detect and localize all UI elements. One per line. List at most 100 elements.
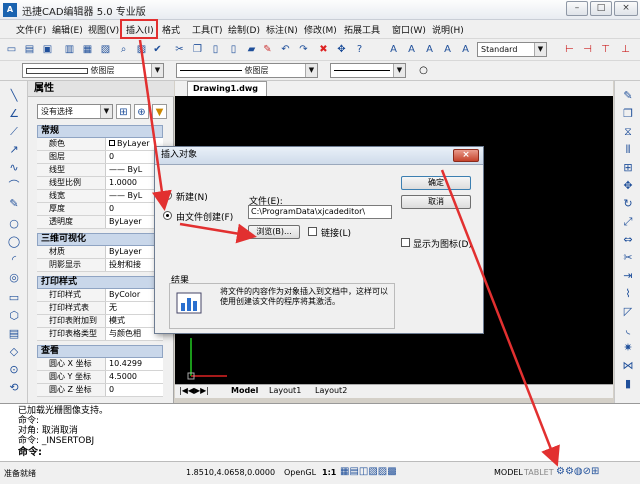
text-edit-icon[interactable]: A xyxy=(404,42,419,57)
erase-tool-icon[interactable]: ✎ xyxy=(621,89,635,103)
spline-icon[interactable]: ∿ xyxy=(7,161,21,175)
trim-icon[interactable]: ✂ xyxy=(621,251,635,265)
text-style-icon[interactable]: A xyxy=(422,42,437,57)
fillet-icon[interactable]: ◟ xyxy=(621,323,635,337)
color-combo[interactable]: 依图层 ▼ xyxy=(22,63,164,78)
menu-file[interactable]: 文件(F) xyxy=(16,23,46,36)
copy-icon[interactable]: ❐ xyxy=(190,42,205,57)
show-as-icon-checkbox[interactable] xyxy=(401,238,410,247)
close-button[interactable]: × xyxy=(614,1,638,16)
section-general[interactable]: 常规 xyxy=(37,125,163,138)
region-icon[interactable]: ◇ xyxy=(7,345,21,359)
select-objects-icon[interactable]: ⊕ xyxy=(134,104,149,119)
menu-modify[interactable]: 修改(M) xyxy=(304,23,337,36)
text-align-icon[interactable]: A xyxy=(458,42,473,57)
table-row[interactable]: 图层 0 xyxy=(37,151,163,164)
table-row[interactable]: 打印表附加到 模式 xyxy=(37,315,163,328)
status-tool-icons[interactable]: ▦▤◫▧▨▩ xyxy=(340,466,397,477)
lineweight-combo[interactable]: ▼ xyxy=(330,63,406,78)
explode-icon[interactable]: ✷ xyxy=(621,341,635,355)
brush-icon[interactable]: ✎ xyxy=(260,42,275,57)
browse-button[interactable]: 浏览(B)... xyxy=(248,225,300,239)
xline-icon[interactable]: ⟋ xyxy=(7,125,21,139)
tab-drawing1[interactable]: Drawing1.dwg xyxy=(187,81,267,96)
dialog-close-button[interactable]: × xyxy=(453,149,479,162)
undo-icon[interactable]: ↶ xyxy=(278,42,293,57)
preview-icon[interactable]: ▧ xyxy=(98,42,113,57)
join-icon[interactable]: ⋈ xyxy=(621,359,635,373)
help-icon[interactable]: ? xyxy=(352,42,367,57)
donut-icon[interactable]: ◎ xyxy=(7,271,21,285)
radio-from-file[interactable] xyxy=(163,211,172,220)
tab-layout1[interactable]: Layout1 xyxy=(269,386,301,395)
zoom-icon[interactable]: ⌕ xyxy=(116,42,131,57)
maximize-button[interactable]: □ xyxy=(590,1,612,16)
offset-icon[interactable]: ⫴ xyxy=(621,143,635,157)
tab-layout2[interactable]: Layout2 xyxy=(315,386,347,395)
table-row[interactable]: 打印样式表无 xyxy=(37,302,163,315)
table-row[interactable]: 线型比例 1.0000 xyxy=(37,177,163,190)
arc-icon[interactable]: ⌒ xyxy=(7,179,21,193)
menu-window[interactable]: 窗口(W) xyxy=(392,23,426,36)
table-row[interactable]: 线型 —— ByL xyxy=(37,164,163,177)
text-icon[interactable]: A xyxy=(386,42,401,57)
print-icon[interactable]: ▦ xyxy=(80,42,95,57)
dim-radius-icon[interactable]: ⊥ xyxy=(618,42,633,57)
table-row[interactable]: 透明度 ByLayer xyxy=(37,216,163,229)
pan-icon[interactable]: ✥ xyxy=(334,42,349,57)
status-scale[interactable]: 1:1 xyxy=(322,468,336,477)
ray-icon[interactable]: ↗ xyxy=(7,143,21,157)
link-checkbox[interactable] xyxy=(308,227,317,236)
dim-aligned-icon[interactable]: ⊣ xyxy=(580,42,595,57)
break-icon[interactable]: ⌇ xyxy=(621,287,635,301)
section-view[interactable]: 查看 xyxy=(37,345,163,358)
cancel-button[interactable]: 取消 xyxy=(401,195,471,209)
menu-tools[interactable]: 工具(T) xyxy=(192,23,223,36)
table-row[interactable]: 线宽 —— ByL xyxy=(37,190,163,203)
pencil-icon[interactable]: ✎ xyxy=(7,197,21,211)
table-row[interactable]: 打印样式 ByColor xyxy=(37,289,163,302)
menu-draw[interactable]: 绘制(D) xyxy=(228,23,260,36)
print2-icon[interactable]: ▨ xyxy=(134,42,149,57)
cut-icon[interactable]: ✂ xyxy=(172,42,187,57)
move-icon[interactable]: ✥ xyxy=(621,179,635,193)
stretch-icon[interactable]: ⇔ xyxy=(621,233,635,247)
table-row[interactable]: 阴影显示 投射和接 xyxy=(37,259,163,272)
ellipse-icon[interactable]: ◯ xyxy=(7,235,21,249)
command-prompt[interactable]: 命令: xyxy=(18,448,42,458)
menu-extend-tools[interactable]: 拓展工具 xyxy=(344,23,380,36)
table-row[interactable]: 材质 ByLayer xyxy=(37,246,163,259)
rectangle-icon[interactable]: ▭ xyxy=(7,291,21,305)
toggle-pickadd-icon[interactable]: ▼ xyxy=(152,104,167,119)
polyline-icon[interactable]: ∠ xyxy=(7,107,21,121)
chamfer-icon[interactable]: ◸ xyxy=(621,305,635,319)
table-row[interactable]: 圆心 X 坐标 10.4299 xyxy=(37,358,163,371)
tab-model[interactable]: Model xyxy=(231,386,258,395)
match-prop-icon[interactable]: ▰ xyxy=(244,42,259,57)
ok-button[interactable]: 确定 xyxy=(401,176,471,190)
dim-linear-icon[interactable]: ⊢ xyxy=(562,42,577,57)
settings-icons[interactable]: ⚙⚙◍⊘⊞ xyxy=(556,466,599,477)
line-icon[interactable]: ╲ xyxy=(7,89,21,103)
status-tablet[interactable]: TABLET xyxy=(524,468,554,477)
arc-tool-icon[interactable]: ◜ xyxy=(7,253,21,267)
table-row[interactable]: 颜色 ByLayer xyxy=(37,138,163,151)
copy-tool-icon[interactable]: ❐ xyxy=(621,107,635,121)
hatch-icon[interactable]: ▤ xyxy=(7,327,21,341)
paste-special-icon[interactable]: ▯ xyxy=(226,42,241,57)
status-opengl[interactable]: OpenGL xyxy=(284,468,316,477)
radio-new[interactable] xyxy=(163,191,172,200)
menu-dimension[interactable]: 标注(N) xyxy=(266,23,298,36)
section-3d-visual[interactable]: 三维可视化 xyxy=(37,233,163,246)
paste-icon[interactable]: ▯ xyxy=(208,42,223,57)
minimize-button[interactable]: – xyxy=(566,1,588,16)
status-model[interactable]: MODEL xyxy=(494,468,523,477)
open-folder-icon[interactable]: ▤ xyxy=(22,42,37,57)
scale-icon[interactable]: ⤢ xyxy=(621,215,635,229)
table-row[interactable]: 圆心 Z 坐标 0 xyxy=(37,384,163,397)
rotate-icon[interactable]: ↻ xyxy=(621,197,635,211)
text-style-combo[interactable]: Standard ▼ xyxy=(477,42,547,57)
export-icon[interactable]: ▥ xyxy=(62,42,77,57)
extend-icon[interactable]: ⇥ xyxy=(621,269,635,283)
polygon-icon[interactable]: ⬡ xyxy=(7,309,21,323)
